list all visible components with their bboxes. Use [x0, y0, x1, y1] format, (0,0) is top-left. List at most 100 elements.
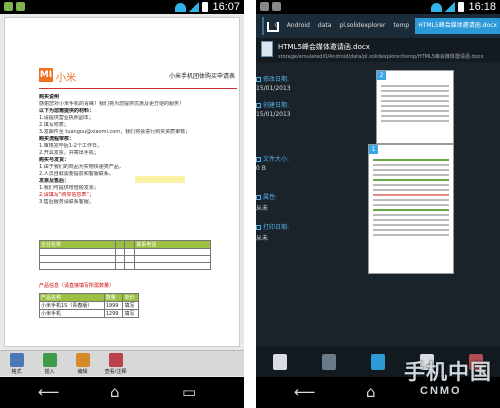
title-divider — [39, 88, 237, 89]
home-icon[interactable]: ⌂ — [366, 384, 376, 400]
insert-button[interactable]: 插入 — [33, 351, 66, 376]
brand-name: 小米 — [56, 73, 76, 84]
doc-line: 2.请填写“购买信息表”； — [39, 192, 94, 198]
doc-toolbar: 格式 插入 编辑 查看/注释 — [0, 350, 244, 376]
watermark-sub: CNMO — [420, 385, 462, 397]
edit-icon[interactable] — [322, 354, 337, 370]
wifi-icon — [175, 3, 186, 12]
file-properties: 修改日期: 15/01/2013 创建日期: 15/01/2013 文件大小: … — [256, 70, 366, 250]
table-row — [39, 255, 211, 263]
home-icon[interactable]: ⌂ — [110, 384, 120, 400]
product-caption: 产品信息（请直接填写所需数量） — [39, 283, 115, 289]
modified-label: 修改日期: — [263, 76, 290, 83]
doc-title: 小米手机团体购买申请表 — [168, 73, 235, 80]
document-page[interactable]: MI 小米 小米手机团体购买申请表 购买说明 感谢您对小米手机的青睐！我们将为您… — [4, 17, 240, 347]
doc-header: MI 小米 小米手机团体购买申请表 — [39, 68, 239, 86]
format-icon — [9, 353, 24, 367]
status-bar: 16:18 — [256, 0, 500, 14]
doc-line: 购买说明 — [39, 94, 60, 100]
doc-line: 2.人员自取需要提前和客服联系。 — [39, 171, 114, 177]
recent-apps-icon[interactable]: ▭ — [182, 384, 196, 400]
app-notification-icon — [272, 2, 281, 11]
app-notification-icon — [260, 2, 269, 11]
open-with-icon[interactable] — [273, 354, 288, 370]
file-name: HTML5峰会媒体邀请函.docx — [278, 43, 370, 51]
table-header-cell: 数量 — [103, 293, 124, 302]
breadcrumb-item[interactable]: Android — [285, 18, 312, 34]
table-header-cell: 单价 — [122, 293, 139, 302]
battery-icon — [458, 2, 464, 12]
doc-line: 购买与发货： — [39, 157, 70, 163]
page-thumbnail[interactable]: 2 — [376, 70, 454, 144]
doc-line: 2.填写附表； — [39, 122, 69, 128]
right-screenshot: 16:18 › 0 Android data pl.solidexplorer … — [256, 0, 500, 408]
breadcrumb-item[interactable]: pl.solidexplorer — [337, 18, 387, 34]
table-row — [39, 262, 211, 270]
product-table: 产品名称 数量 单价 小米手机1S（青春版） 1999 填写 小米手机 1299… — [39, 293, 139, 318]
breadcrumb-item-current[interactable]: HTML5峰会媒体邀请函.docx — [415, 18, 500, 34]
doc-line: 1.由于我们的商品为实物快递类产品， — [39, 164, 124, 170]
signal-icon — [189, 2, 199, 12]
app-notification-icon — [16, 2, 25, 11]
doc-line: 3.售后服务请联系客服。 — [39, 199, 94, 205]
table-header-cell: 产品名称 — [39, 293, 105, 302]
docx-file-icon — [261, 41, 273, 57]
view-icon — [108, 353, 123, 367]
table-row: 小米手机1S（青春版） 1999 填写 — [39, 301, 139, 310]
size-label: 文件大小: — [263, 156, 290, 163]
doc-line: 3.发邮件至 tuangou@xiaomi.com，我们将会进行购买资质审核； — [39, 129, 191, 135]
doc-line: 1.我们可提供增值税发票； — [39, 185, 99, 191]
breadcrumb-item[interactable]: temp — [392, 18, 412, 34]
table-row: 小米手机 1299 填写 — [39, 309, 139, 318]
doc-line: 1.请提供营业执照副本； — [39, 115, 94, 121]
doc-line: 以下为您需提供的材料： — [39, 108, 95, 114]
table-row — [39, 248, 211, 256]
breadcrumb: › 0 Android data pl.solidexplorer temp H… — [256, 14, 500, 38]
page-number: 1 — [369, 145, 378, 154]
view-annotate-button[interactable]: 查看/注释 — [99, 351, 132, 376]
app-notification-icon — [4, 2, 13, 11]
calendar-icon — [256, 103, 261, 108]
file-path: storage/emulated/0/Android/data/pl.solid… — [278, 54, 484, 60]
format-button[interactable]: 格式 — [0, 351, 33, 376]
xiaomi-logo-icon: MI — [39, 68, 53, 82]
share-icon[interactable] — [370, 354, 385, 370]
doc-body: 购买说明 感谢您对小米手机的青睐！我们将为您提供优惠及更方便的服务！ 以下为您需… — [39, 94, 239, 206]
attribute-icon — [256, 195, 261, 200]
watermark-main: 手机中国 — [404, 360, 492, 384]
size-value: 0 B — [256, 165, 266, 172]
print-date-value: 从未 — [256, 235, 269, 242]
status-time: 16:07 — [212, 1, 240, 13]
doc-line: 感谢您对小米手机的青睐！我们将为您提供优惠及更方便的服务！ — [39, 101, 185, 107]
printer-icon — [256, 225, 261, 230]
home-folder-icon[interactable] — [262, 17, 283, 35]
doc-line: 发票及售后： — [39, 178, 70, 184]
table-header-cell: 企业名称 — [39, 240, 116, 249]
android-nav-bar: ⟵ ⌂ ▭ — [0, 377, 244, 408]
edit-button[interactable]: 编辑 — [66, 351, 99, 376]
created-value: 15/01/2013 — [256, 111, 291, 118]
doc-line: 2.开具发票，并寄出手机； — [39, 150, 99, 156]
calendar-icon — [256, 77, 261, 82]
status-bar: 16:07 — [0, 0, 244, 14]
attribute-value: 从未 — [256, 205, 269, 212]
breadcrumb-item[interactable]: data — [316, 18, 334, 34]
doc-line: 购买流程审核： — [39, 136, 75, 142]
table-header-row: 产品名称 数量 单价 — [39, 293, 139, 302]
table-header-row: 企业名称 联系电话 — [39, 240, 211, 249]
back-icon[interactable]: ⟵ — [294, 384, 316, 400]
battery-icon — [202, 2, 208, 12]
back-icon[interactable]: ⟵ — [38, 384, 60, 400]
edit-icon — [75, 353, 90, 367]
table-header-cell: 联系电话 — [134, 240, 211, 249]
page-number: 2 — [377, 71, 386, 80]
page-thumbnail[interactable]: 1 — [368, 144, 454, 274]
file-header: HTML5峰会媒体邀请函.docx storage/emulated/0/And… — [256, 38, 500, 62]
created-label: 创建日期: — [263, 102, 290, 109]
size-icon — [256, 157, 261, 162]
left-screenshot: 16:07 MI 小米 小米手机团体购买申请表 购买说明 感谢您对小米手机的青睐… — [0, 0, 244, 408]
company-info-table: 企业名称 联系电话 — [39, 240, 211, 270]
table-header-cell — [124, 240, 136, 249]
insert-icon — [42, 353, 57, 367]
wifi-icon — [431, 3, 442, 12]
